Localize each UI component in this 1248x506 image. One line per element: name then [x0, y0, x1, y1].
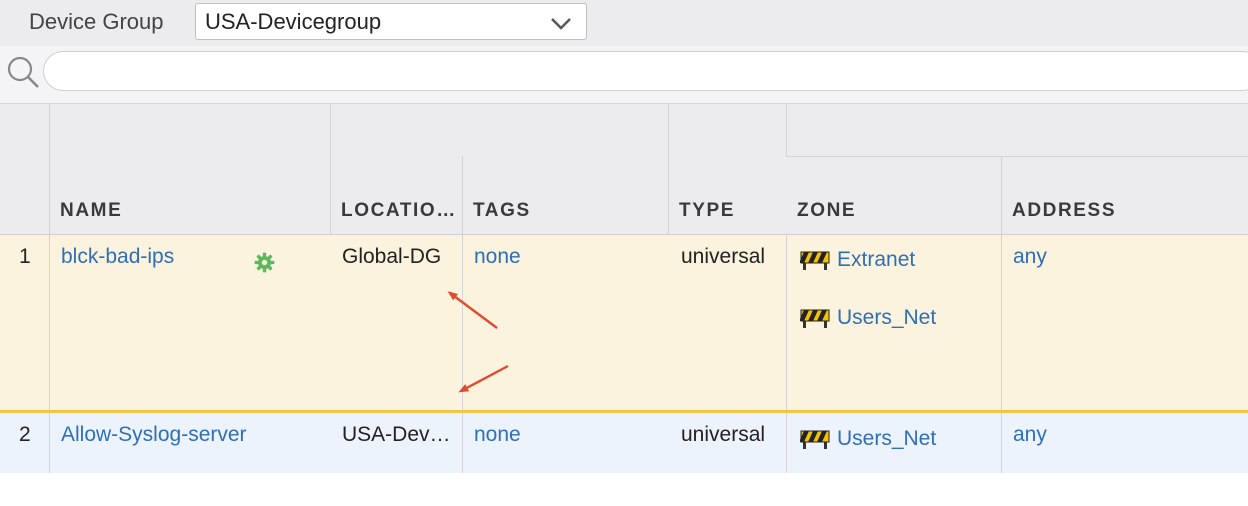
column-header-name[interactable]: NAME: [60, 200, 122, 222]
search-bar: [0, 46, 1248, 104]
device-group-select[interactable]: USA-Devicegroup: [195, 3, 587, 40]
zone-item[interactable]: Users_Net: [800, 427, 936, 451]
column-divider: [1001, 413, 1002, 473]
zone-item[interactable]: Users_Net: [800, 306, 936, 330]
column-divider: [1001, 157, 1002, 234]
column-header-location[interactable]: LOCATIO…: [341, 200, 457, 222]
column-divider: [49, 413, 50, 473]
column-header-tags[interactable]: TAGS: [473, 200, 531, 222]
column-divider: [462, 235, 463, 410]
column-divider: [49, 104, 50, 234]
rule-name-link[interactable]: blck-bad-ips: [61, 245, 174, 269]
column-divider: [49, 235, 50, 410]
search-input[interactable]: [43, 51, 1248, 91]
column-divider: [786, 413, 787, 473]
rule-type: universal: [681, 245, 766, 268]
rule-tags-link[interactable]: none: [474, 245, 521, 269]
rule-address-link[interactable]: any: [1013, 423, 1047, 447]
row-index: 2: [19, 423, 31, 446]
table-header: NAME LOCATIO… TAGS TYPE ZONE ADDRESS: [0, 104, 1248, 235]
column-divider: [786, 235, 787, 410]
row-index: 1: [19, 245, 31, 268]
zone-link[interactable]: Users_Net: [837, 306, 936, 330]
zone-item[interactable]: Extranet: [800, 248, 915, 272]
column-divider: [462, 413, 463, 473]
column-header-zone[interactable]: ZONE: [797, 200, 856, 222]
column-divider: [668, 104, 669, 234]
rule-type: universal: [681, 423, 766, 446]
column-divider: [462, 156, 463, 234]
rule-address-link[interactable]: any: [1013, 245, 1047, 269]
table-row[interactable]: 1 blck-bad-ips Global-DG none universal …: [0, 235, 1248, 413]
zone-link[interactable]: Extranet: [837, 248, 915, 272]
device-group-label: Device Group: [29, 9, 164, 34]
rule-location: USA-Dev…: [342, 423, 451, 446]
rule-tags-link[interactable]: none: [474, 423, 521, 447]
table-row[interactable]: 2 Allow-Syslog-server USA-Dev… none univ…: [0, 413, 1248, 473]
header-group-cell: [786, 104, 1248, 157]
column-divider: [330, 104, 331, 234]
column-header-type[interactable]: TYPE: [679, 200, 735, 222]
zone-barrier-icon: [800, 430, 830, 449]
device-group-value: USA-Devicegroup: [205, 9, 382, 34]
zone-link[interactable]: Users_Net: [837, 427, 936, 451]
chevron-down-icon: [551, 18, 571, 30]
zone-barrier-icon: [800, 309, 830, 328]
rule-name-link[interactable]: Allow-Syslog-server: [61, 423, 247, 447]
column-header-address[interactable]: ADDRESS: [1012, 200, 1116, 222]
column-divider: [1001, 235, 1002, 410]
device-group-bar: Device Group USA-Devicegroup: [0, 0, 1248, 46]
zone-barrier-icon: [800, 251, 830, 270]
rule-location: Global-DG: [342, 245, 442, 268]
search-icon[interactable]: [5, 54, 41, 90]
gear-icon: [254, 252, 275, 273]
